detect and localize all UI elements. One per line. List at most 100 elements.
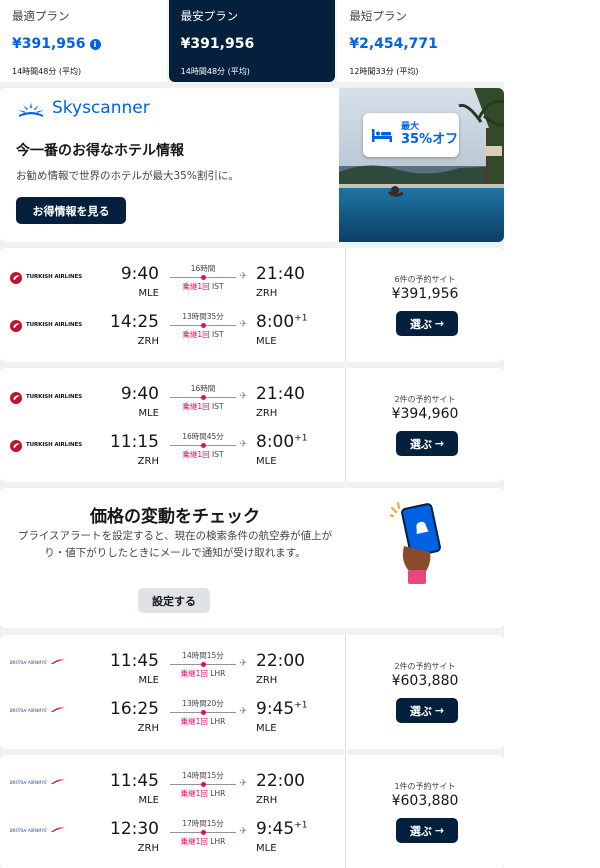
arrow-right-icon: →: [434, 317, 445, 330]
outbound-leg: BRITISH AIRWAYS 11:45 MLE 14時間15分 ✈ 乗継1回…: [0, 647, 345, 695]
stop-airport: LHR: [210, 837, 226, 846]
select-button[interactable]: 選ぶ →: [396, 818, 458, 843]
turkish-airlines-emblem-icon: [10, 440, 22, 452]
card-divider: [345, 248, 346, 362]
route-line: [170, 830, 236, 835]
arrival-airport: ZRH: [256, 288, 278, 299]
info-icon[interactable]: i: [89, 38, 101, 50]
stops-info: 乗継1回 LHR: [170, 788, 236, 799]
select-button[interactable]: 選ぶ →: [396, 431, 458, 456]
plane-icon: ✈: [239, 271, 248, 282]
tab-fastest[interactable]: 最短プラン ¥2,454,771 12時間33分 (平均): [337, 0, 504, 82]
speedmarque-icon: [50, 827, 65, 832]
stops-count: 乗継1回: [182, 450, 210, 459]
stops-info: 乗継1回 IST: [170, 281, 236, 292]
arrival-time-value: 9:45: [256, 699, 295, 719]
hotel-ad-banner[interactable]: Skyscanner 今一番のお得なホテル情報 お勧め情報で世界のホテルが最大3…: [0, 88, 504, 242]
price: ¥391,956: [391, 286, 459, 302]
flight-duration: 16時間: [190, 264, 216, 273]
departure-time: 9:40: [120, 264, 159, 284]
departure-airport: MLE: [138, 675, 159, 686]
plane-icon: ✈: [239, 319, 248, 330]
arrival-airport: MLE: [256, 456, 277, 467]
departure-time: 11:15: [110, 432, 159, 452]
day-offset: +1: [294, 820, 308, 831]
route-line: [170, 662, 236, 667]
departure-time: 11:45: [110, 651, 159, 671]
phone-notification-illustration: [390, 502, 441, 584]
outbound-leg: TURKISH AIRLINES 9:40 MLE 16時間 ✈ 乗継1回 IS…: [0, 380, 345, 428]
flight-result-card[interactable]: BRITISH AIRWAYS 11:45 MLE 14時間15分 ✈ 乗継1回…: [0, 635, 504, 749]
stop-airport: LHR: [210, 717, 226, 726]
departure-airport: MLE: [138, 408, 159, 419]
arrival-time-value: 8:00: [256, 312, 295, 332]
stops-count: 乗継1回: [180, 669, 208, 678]
stop-airport: IST: [212, 282, 224, 291]
tab-cheapest[interactable]: 最安プラン ¥391,956 14時間48分 (平均): [168, 0, 336, 82]
select-button[interactable]: 選ぶ →: [396, 311, 458, 336]
arrival-time: 9:45+1: [256, 819, 307, 839]
speedmarque-icon: [50, 707, 65, 712]
tab-best-duration: 14時間48分 (平均): [12, 67, 82, 76]
departure-airport: ZRH: [137, 723, 159, 734]
airline-name: BRITISH AIRWAYS: [10, 707, 47, 713]
arrival-airport: MLE: [256, 843, 277, 854]
skyscanner-sun-icon: [18, 102, 44, 117]
flight-result-card[interactable]: TURKISH AIRLINES 9:40 MLE 16時間 ✈ 乗継1回 IS…: [0, 248, 504, 362]
stops-count: 乗継1回: [180, 837, 208, 846]
flight-result-card[interactable]: BRITISH AIRWAYS 11:45 MLE 14時間15分 ✈ 乗継1回…: [0, 755, 504, 868]
stops-info: 乗継1回 IST: [170, 329, 236, 340]
flight-result-card[interactable]: TURKISH AIRLINES 9:40 MLE 16時間 ✈ 乗継1回 IS…: [0, 368, 504, 482]
price-alert-description: プライスアラートを設定すると、現在の検索条件の航空券が値上がり・値下がりしたとき…: [17, 530, 333, 559]
airline-logo: BRITISH AIRWAYS: [10, 827, 65, 833]
stops-count: 乗継1回: [182, 282, 210, 291]
arrow-right-icon: →: [434, 824, 445, 837]
select-label: 選ぶ: [409, 437, 432, 451]
departure-airport: ZRH: [137, 336, 159, 347]
select-button[interactable]: 選ぶ →: [396, 698, 458, 723]
tab-cheapest-label: 最安プラン: [180, 9, 239, 23]
price: ¥394,960: [391, 406, 459, 422]
day-offset: +1: [294, 433, 308, 444]
airline-name: BRITISH AIRWAYS: [10, 659, 47, 665]
day-offset: +1: [294, 700, 308, 711]
return-leg: BRITISH AIRWAYS 12:30 ZRH 17時間15分 ✈ 乗継1回…: [0, 815, 345, 863]
tab-cheapest-duration: 14時間48分 (平均): [180, 67, 250, 76]
arrival-time-value: 22:00: [256, 771, 305, 791]
stop-dot: [201, 710, 206, 715]
airline-logo: BRITISH AIRWAYS: [10, 779, 65, 785]
card-divider: [345, 635, 346, 749]
stops-info: 乗継1回 IST: [170, 401, 236, 412]
tab-best[interactable]: 最適プラン ¥391,956 i 14時間48分 (平均): [0, 0, 167, 82]
view-deals-button[interactable]: お得情報を見る: [16, 197, 126, 224]
route-line: [170, 710, 236, 715]
airline-logo: TURKISH AIRLINES: [10, 440, 82, 452]
stop-dot: [201, 662, 206, 667]
stops-info: 乗継1回 LHR: [170, 716, 236, 727]
select-label: 選ぶ: [409, 704, 432, 718]
card-divider: [345, 368, 346, 482]
set-alert-button[interactable]: 設定する: [138, 588, 210, 613]
return-leg: BRITISH AIRWAYS 16:25 ZRH 13時間20分 ✈ 乗継1回…: [0, 695, 345, 743]
tab-best-price: ¥391,956: [12, 36, 86, 52]
route-line: [170, 395, 236, 400]
airline-logo: BRITISH AIRWAYS: [10, 707, 65, 713]
ad-description: お勧め情報で世界のホテルが最大35%割引に。: [16, 170, 239, 182]
arrival-time-value: 22:00: [256, 651, 305, 671]
arrival-airport: MLE: [256, 336, 277, 347]
stops-info: 乗継1回 LHR: [170, 668, 236, 679]
departure-airport: ZRH: [137, 456, 159, 467]
stop-dot: [201, 275, 206, 280]
departure-airport: MLE: [138, 288, 159, 299]
badge-big-text: 35%オフ: [401, 131, 459, 147]
turkish-airlines-emblem-icon: [10, 272, 22, 284]
airline-name: TURKISH AIRLINES: [26, 442, 83, 449]
plane-icon: ✈: [239, 658, 248, 669]
tab-fastest-label: 最短プラン: [349, 9, 407, 23]
departure-time: 12:30: [110, 819, 159, 839]
flight-duration: 14時間15分: [182, 771, 224, 780]
airline-name: TURKISH AIRLINES: [26, 322, 83, 329]
resort-pool-photo: [339, 88, 504, 242]
return-leg: TURKISH AIRLINES 14:25 ZRH 13時間35分 ✈ 乗継1…: [0, 308, 345, 356]
departure-time: 14:25: [110, 312, 159, 332]
